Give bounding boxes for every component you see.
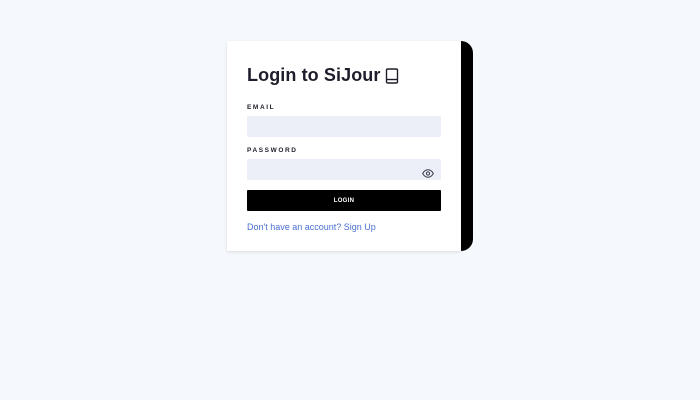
- book-icon: [385, 67, 399, 84]
- signup-link[interactable]: Don't have an account? Sign Up: [247, 222, 376, 232]
- login-page: Login to SiJour EMAIL PASSWORD LOGIN Don…: [0, 0, 700, 400]
- eye-icon[interactable]: [422, 165, 434, 178]
- password-field[interactable]: [247, 159, 441, 180]
- login-card-wrapper: Login to SiJour EMAIL PASSWORD LOGIN Don…: [227, 41, 473, 251]
- page-title: Login to SiJour: [247, 65, 381, 85]
- password-label: PASSWORD: [247, 147, 298, 154]
- email-label: EMAIL: [247, 104, 276, 111]
- title-row: Login to SiJour: [247, 65, 399, 86]
- login-button[interactable]: LOGIN: [247, 190, 441, 211]
- email-field[interactable]: [247, 116, 441, 137]
- login-card: Login to SiJour EMAIL PASSWORD LOGIN Don…: [227, 41, 461, 251]
